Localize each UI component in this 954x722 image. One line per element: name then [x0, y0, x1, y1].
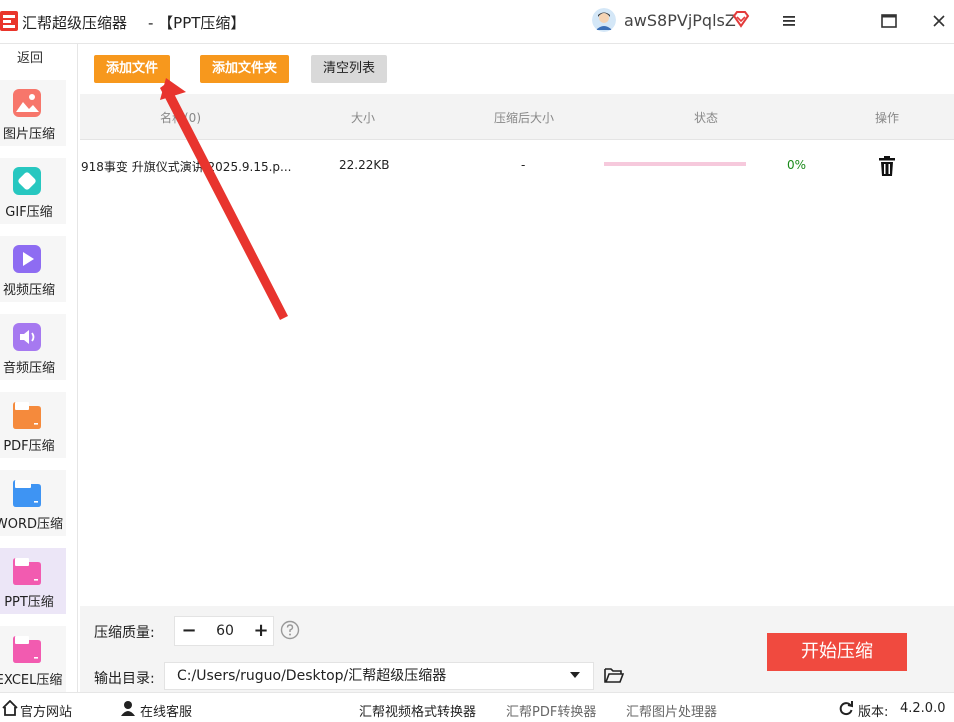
video-converter-link[interactable]: 汇帮视频格式转换器 [359, 701, 476, 720]
add-file-button[interactable]: 添加文件 [94, 55, 171, 83]
header-action: 操作 [875, 111, 900, 125]
menu-icon[interactable] [776, 8, 802, 34]
username[interactable]: awS8PVjPqlsZ [624, 11, 736, 30]
maximize-icon[interactable] [876, 8, 902, 34]
sidebar-item-label: WORD压缩 [0, 517, 64, 532]
folder-open-icon[interactable] [604, 666, 624, 684]
close-icon[interactable] [926, 8, 952, 34]
word-compress-icon [13, 480, 41, 507]
footer: 官方网站 在线客服 汇帮视频格式转换器 汇帮PDF转换器 汇帮图片处理器 版本:… [0, 692, 954, 722]
gif-compress-icon [13, 167, 41, 195]
sidebar-item-label: EXCEL压缩 [0, 673, 63, 688]
table-header: 名称(0) 大小 压缩后大小 状态 操作 [80, 94, 954, 140]
avatar[interactable] [592, 8, 616, 32]
sidebar-item-pdf[interactable]: PDF压缩 [0, 392, 66, 458]
quality-decrease-button[interactable]: − [175, 617, 203, 645]
sidebar: 返回 图片压缩 GIF压缩 视频压缩 音频压缩 PDF压缩 WORD压缩 PPT… [0, 44, 78, 692]
excel-compress-icon [13, 636, 41, 663]
file-table: 名称(0) 大小 压缩后大小 状态 操作 918事变 升旗仪式演讲 2025.9… [80, 94, 954, 606]
add-folder-button[interactable]: 添加文件夹 [200, 55, 290, 83]
home-icon [2, 700, 18, 716]
compressed-size: - [521, 158, 526, 172]
sidebar-item-label: 音频压缩 [2, 361, 55, 376]
clear-list-button[interactable]: 清空列表 [311, 55, 388, 83]
sidebar-item-label: PPT压缩 [4, 595, 54, 610]
sidebar-item-image[interactable]: 图片压缩 [0, 80, 66, 146]
chevron-down-icon[interactable] [570, 672, 580, 678]
header-compressed-size: 压缩后大小 [494, 111, 555, 125]
official-website-link[interactable]: 官方网站 [20, 701, 72, 720]
output-path-select[interactable]: C:/Users/ruguo/Desktop/汇帮超级压缩器 [164, 662, 594, 690]
quality-increase-button[interactable]: + [247, 617, 275, 645]
settings-panel: 压缩质量: − 60 + 输出目录: C:/Users/ruguo/Deskto… [80, 606, 954, 692]
sidebar-item-label: PDF压缩 [3, 439, 55, 454]
online-support-link[interactable]: 在线客服 [140, 701, 192, 720]
file-size: 22.22KB [339, 158, 390, 172]
ppt-compress-icon [13, 558, 41, 585]
app-logo-icon [0, 11, 18, 31]
quality-value[interactable]: 60 [203, 617, 247, 645]
refresh-icon[interactable] [838, 700, 854, 716]
file-name: 918事变 升旗仪式演讲 2025.9.15.p... [81, 160, 292, 174]
version-label: 版本: [858, 705, 889, 720]
page-title: - 【PPT压缩】 [148, 14, 246, 32]
header-size: 大小 [351, 111, 376, 125]
sidebar-item-audio[interactable]: 音频压缩 [0, 314, 66, 380]
sidebar-item-label: GIF压缩 [5, 205, 53, 220]
image-processor-link[interactable]: 汇帮图片处理器 [626, 701, 717, 720]
support-icon [121, 701, 135, 716]
sidebar-item-video[interactable]: 视频压缩 [0, 236, 66, 302]
version-number: 4.2.0.0 [900, 701, 946, 716]
audio-compress-icon [13, 323, 41, 351]
pdf-converter-link[interactable]: 汇帮PDF转换器 [506, 701, 596, 720]
quality-label: 压缩质量: [94, 625, 155, 641]
sidebar-item-gif[interactable]: GIF压缩 [0, 158, 66, 224]
start-compress-button[interactable]: 开始压缩 [767, 633, 907, 671]
table-row[interactable]: 918事变 升旗仪式演讲 2025.9.15.p... 22.22KB - 0% [80, 140, 954, 182]
title-bar: 汇帮超级压缩器 - 【PPT压缩】 awS8PVjPqlsZ [0, 0, 954, 44]
progress-percent: 0% [787, 158, 807, 172]
header-status: 状态 [694, 111, 719, 125]
video-compress-icon [13, 245, 41, 273]
quality-stepper: − 60 + [174, 616, 274, 646]
image-compress-icon [13, 89, 41, 117]
sidebar-item-label: 视频压缩 [2, 283, 55, 298]
sidebar-item-word[interactable]: WORD压缩 [0, 470, 66, 536]
app-name: 汇帮超级压缩器 [22, 14, 128, 32]
back-button[interactable]: 返回 [0, 48, 60, 70]
vip-diamond-icon[interactable] [732, 10, 750, 28]
header-name: 名称(0) [160, 111, 201, 125]
sidebar-item-ppt[interactable]: PPT压缩 [0, 548, 66, 614]
progress-bar [604, 162, 746, 166]
delete-icon[interactable] [878, 156, 896, 176]
pdf-compress-icon [13, 402, 41, 429]
sidebar-item-excel[interactable]: EXCEL压缩 [0, 626, 66, 692]
output-label: 输出目录: [94, 671, 155, 687]
help-icon[interactable] [280, 620, 300, 640]
sidebar-item-label: 图片压缩 [2, 127, 55, 142]
